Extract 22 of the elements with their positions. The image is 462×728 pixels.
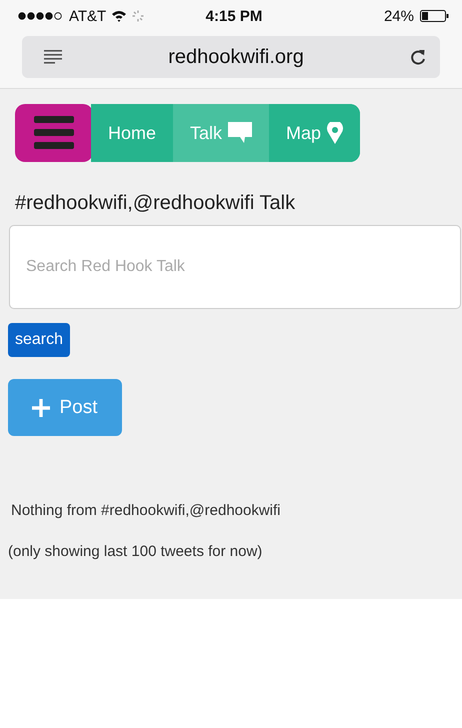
address-bar[interactable]: redhookwifi.org	[22, 36, 440, 78]
info-text: Nothing from #redhookwifi,@redhookwifi	[11, 502, 282, 519]
spinner-icon	[132, 10, 144, 22]
battery-percent: 24%	[384, 8, 414, 24]
battery-icon	[420, 10, 450, 22]
wifi-icon	[111, 10, 128, 22]
plus-icon	[32, 398, 50, 416]
post-button[interactable]: Post	[8, 379, 122, 436]
reader-icon[interactable]	[44, 50, 62, 64]
nav-tab[interactable]: Talk	[173, 104, 270, 162]
page-heading: #redhookwifi,@redhookwifi Talk	[15, 192, 296, 215]
search-field[interactable]: Search Red Hook Talk	[9, 225, 461, 309]
info-text: (only showing last 100 tweets for now)	[8, 543, 264, 560]
speech-bubble-icon	[228, 122, 252, 144]
menu-icon	[34, 116, 74, 150]
carrier-name: AT&T	[69, 8, 106, 24]
reload-icon[interactable]	[410, 48, 426, 66]
search-button[interactable]: search	[8, 323, 70, 357]
location-pin-icon	[327, 122, 344, 144]
clock-time: 4:15 PM	[206, 8, 262, 24]
signal-icon	[18, 12, 64, 20]
menu-button[interactable]	[15, 104, 93, 162]
